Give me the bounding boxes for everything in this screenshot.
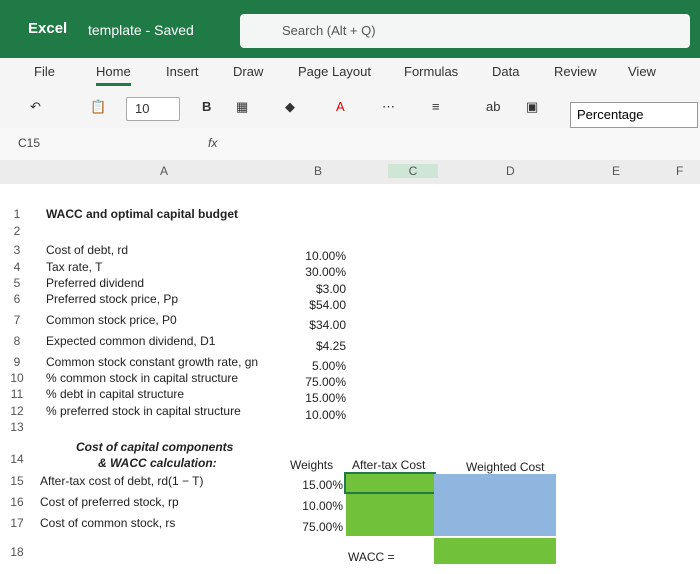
font-size-value: 10 xyxy=(135,101,150,116)
label-cost-debt: Cost of debt, rd xyxy=(46,243,129,257)
tab-data[interactable]: Data xyxy=(492,64,519,79)
fill-color-icon[interactable]: ◆ xyxy=(285,99,295,115)
row-18: 18 xyxy=(10,545,24,559)
section-title-2: & WACC calculation: xyxy=(98,456,217,470)
weighted-cost-cells[interactable] xyxy=(434,474,556,536)
col-b[interactable]: B xyxy=(314,164,322,178)
merge-icon[interactable]: ▣ xyxy=(526,99,538,115)
label-growth-rate: Common stock constant growth rate, gn xyxy=(46,355,259,369)
value-growth-rate[interactable]: 5.00% xyxy=(286,359,346,373)
row-12: 12 xyxy=(10,404,24,418)
label-pct-debt: % debt in capital structure xyxy=(46,387,185,401)
row-4: 4 xyxy=(13,260,21,274)
selected-cell-c15[interactable] xyxy=(344,472,436,494)
value-pct-pref[interactable]: 10.00% xyxy=(286,408,346,422)
value-pref-price[interactable]: $54.00 xyxy=(286,298,346,312)
col-after-tax-header: After-tax Cost xyxy=(352,458,426,472)
search-placeholder: Search (Alt + Q) xyxy=(282,23,376,38)
col-a[interactable]: A xyxy=(160,164,168,178)
clipboard-icon[interactable]: 📋 xyxy=(90,99,106,115)
align-icon[interactable]: ≡ xyxy=(432,99,440,114)
document-title[interactable]: template - Saved xyxy=(88,22,194,38)
app-name: Excel xyxy=(28,20,68,37)
bold-button[interactable]: B xyxy=(202,99,211,114)
value-pct-common[interactable]: 75.00% xyxy=(286,375,346,389)
row-2: 2 xyxy=(13,224,21,238)
label-tax-rate: Tax rate, T xyxy=(46,260,103,274)
column-headers: A B C D E F xyxy=(0,160,700,185)
weight-pref[interactable]: 10.00% xyxy=(283,499,343,513)
row-9: 9 xyxy=(13,355,21,369)
col-weights-header: Weights xyxy=(290,458,334,472)
row-15: 15 xyxy=(10,474,24,488)
spreadsheet-grid[interactable]: 1 2 3 4 5 6 7 8 9 10 11 12 13 14 15 16 1… xyxy=(0,184,700,574)
label-cost-pref: Cost of preferred stock, rp xyxy=(40,495,179,509)
undo-icon[interactable]: ↶ xyxy=(30,99,41,115)
row-17: 17 xyxy=(10,516,24,530)
row-1: 1 xyxy=(13,207,21,221)
value-pct-debt[interactable]: 15.00% xyxy=(286,391,346,405)
label-pref-dividend: Preferred dividend xyxy=(46,276,145,290)
col-f[interactable]: F xyxy=(676,164,683,178)
col-c[interactable]: C xyxy=(388,164,438,178)
formula-bar: C15 fx xyxy=(0,128,700,161)
tab-draw[interactable]: Draw xyxy=(233,64,263,79)
number-format-value: Percentage xyxy=(577,107,644,122)
row-13: 13 xyxy=(10,420,24,434)
value-cost-debt[interactable]: 10.00% xyxy=(286,249,346,263)
tab-review[interactable]: Review xyxy=(554,64,597,79)
name-box[interactable]: C15 xyxy=(18,136,40,150)
ribbon-tabs: File Home Insert Draw Page Layout Formul… xyxy=(0,58,700,90)
weight-common[interactable]: 75.00% xyxy=(283,520,343,534)
label-pref-price: Preferred stock price, Pp xyxy=(46,292,179,306)
tab-formulas[interactable]: Formulas xyxy=(404,64,458,79)
wacc-result-cell[interactable] xyxy=(434,538,556,564)
row-3: 3 xyxy=(13,243,21,257)
section-title-1: Cost of capital components xyxy=(76,440,234,454)
col-weighted-header: Weighted Cost xyxy=(466,460,545,474)
value-exp-dividend[interactable]: $4.25 xyxy=(286,339,346,353)
value-common-price[interactable]: $34.00 xyxy=(286,318,346,332)
tab-file[interactable]: File xyxy=(34,64,55,79)
font-size-select[interactable]: 10 xyxy=(126,97,180,121)
col-d[interactable]: D xyxy=(506,164,515,178)
tab-home[interactable]: Home xyxy=(96,64,131,86)
sheet-title: WACC and optimal capital budget xyxy=(46,207,239,221)
font-color-icon[interactable]: A xyxy=(336,99,345,114)
fx-icon[interactable]: fx xyxy=(208,136,217,150)
value-pref-dividend[interactable]: $3.00 xyxy=(286,282,346,296)
tab-insert[interactable]: Insert xyxy=(166,64,199,79)
row-10: 10 xyxy=(10,371,24,385)
weight-debt[interactable]: 15.00% xyxy=(283,478,343,492)
row-16: 16 xyxy=(10,495,24,509)
title-bar: Excel template - Saved Search (Alt + Q) xyxy=(0,0,700,58)
wacc-label: WACC = xyxy=(348,550,395,564)
row-11: 11 xyxy=(10,387,24,401)
label-exp-dividend: Expected common dividend, D1 xyxy=(46,334,216,348)
label-pct-common: % common stock in capital structure xyxy=(46,371,239,385)
value-tax-rate[interactable]: 30.00% xyxy=(286,265,346,279)
more-icon[interactable]: ⋯ xyxy=(382,99,395,115)
label-pct-pref: % preferred stock in capital structure xyxy=(46,404,241,418)
col-e[interactable]: E xyxy=(612,164,620,178)
tab-page-layout[interactable]: Page Layout xyxy=(298,64,371,79)
wrap-text-icon[interactable]: ab xyxy=(486,99,500,114)
row-5: 5 xyxy=(13,276,21,290)
row-6: 6 xyxy=(13,292,21,306)
label-after-tax-debt: After-tax cost of debt, rd(1 − T) xyxy=(40,474,204,488)
search-box[interactable]: Search (Alt + Q) xyxy=(240,14,690,48)
row-14: 14 xyxy=(10,452,24,466)
row-8: 8 xyxy=(13,334,21,348)
number-format-select[interactable]: Percentage xyxy=(570,102,698,128)
label-cost-common: Cost of common stock, rs xyxy=(40,516,176,530)
row-7: 7 xyxy=(13,313,21,327)
borders-icon[interactable]: ▦ xyxy=(236,99,248,115)
label-common-price: Common stock price, P0 xyxy=(46,313,177,327)
tab-view[interactable]: View xyxy=(628,64,656,79)
